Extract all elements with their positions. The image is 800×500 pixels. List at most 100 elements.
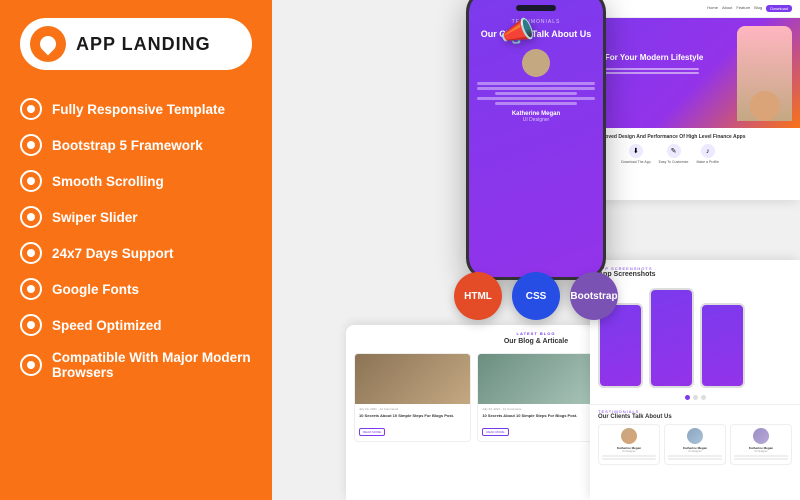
avatar	[522, 49, 550, 77]
text-line	[477, 97, 595, 100]
feature-icon: ✎	[667, 144, 681, 158]
css-badge: CSS	[512, 272, 560, 320]
hero-image	[737, 26, 792, 121]
avatar	[621, 428, 637, 444]
nav-link: Feature	[736, 5, 750, 12]
testimonial-role: UI Designer	[668, 450, 722, 453]
bootstrap-badge-label: Bootstrap	[570, 291, 617, 302]
feature-text: 24x7 Days Support	[52, 246, 174, 261]
feature-text: Speed Optimized	[52, 318, 162, 333]
feature-icon: ♪	[701, 144, 715, 158]
screenshots-header: APP SCREENSHOTS App Screenshots	[590, 260, 800, 284]
feature-text: Swiper Slider	[52, 210, 138, 225]
list-item: Smooth Scrolling	[20, 164, 252, 198]
list-item: Bootstrap 5 Framework	[20, 128, 252, 162]
logo-text: APP LANDING	[76, 34, 211, 55]
feature-text: Bootstrap 5 Framework	[52, 138, 203, 153]
carousel-dot[interactable]	[685, 395, 690, 400]
icon-label: Make a Profile	[697, 160, 719, 164]
carousel-dot[interactable]	[701, 395, 706, 400]
blog-card: July 24, 2021 · 12 Comments 10 Secrets A…	[354, 353, 471, 442]
blog-card-title: 10 Secrets About 10 Simple Steps For Blo…	[359, 413, 466, 418]
logo-area: APP LANDING	[20, 18, 252, 70]
feature-text: Google Fonts	[52, 282, 139, 297]
nav-link: Blog	[754, 5, 762, 12]
text-line	[495, 102, 578, 105]
phone-title: Our Clients Talk About Us	[481, 29, 592, 41]
icon-item: ✎ Easy To Customize	[659, 144, 689, 164]
bullet-icon	[20, 170, 42, 192]
wp-nav-links: Home About Feature Blog Download	[707, 5, 792, 12]
testimonial-role: UI Designer	[602, 450, 656, 453]
blog-card: July 24, 2021 · 12 Comments 10 Secrets A…	[477, 353, 594, 442]
read-more-button[interactable]: READ MORE	[359, 428, 385, 436]
bullet-icon	[20, 98, 42, 120]
megaphone-icon: 📣	[500, 15, 535, 48]
bullet-icon	[20, 354, 42, 376]
phone-text-lines	[477, 82, 595, 107]
icon-item: ⬇ Download The App	[621, 144, 651, 164]
nav-link: About	[722, 5, 732, 12]
phone-notch	[516, 5, 556, 11]
text-line	[477, 87, 595, 90]
list-item: Fully Responsive Template	[20, 92, 252, 126]
text-line	[477, 82, 595, 85]
text-line	[734, 455, 788, 457]
phone-screenshot	[649, 288, 694, 388]
ss-phones	[590, 284, 800, 392]
read-more-button[interactable]: READ MORE	[482, 428, 508, 436]
testimonial-card: Katherine Megan UI Designer	[598, 424, 660, 465]
avatar	[753, 428, 769, 444]
blog-card-image	[355, 354, 470, 404]
list-item: Google Fonts	[20, 272, 252, 306]
blog-card-title: 10 Secrets About 10 Simple Steps For Blo…	[482, 413, 589, 418]
testimonial-lines	[668, 455, 722, 460]
text-line	[602, 455, 656, 457]
bullet-icon	[20, 134, 42, 156]
testimonial-card: Katherine Megan UI Designer	[730, 424, 792, 465]
testimonial-lines	[602, 455, 656, 460]
feature-text: Smooth Scrolling	[52, 174, 164, 189]
text-line	[668, 458, 722, 460]
blog-card-body: July 24, 2021 · 12 Comments 10 Secrets A…	[478, 404, 593, 441]
html-badge: HTML	[454, 272, 502, 320]
css-badge-label: CSS	[526, 291, 547, 302]
left-panel: APP LANDING Fully Responsive Template Bo…	[0, 0, 272, 500]
blog-card-body: July 24, 2021 · 12 Comments 10 Secrets A…	[355, 404, 470, 441]
list-item: Speed Optimized	[20, 308, 252, 342]
testimonial-cards: Katherine Megan UI Designer Katherine Me…	[598, 424, 792, 465]
bullet-icon	[20, 278, 42, 300]
right-panel: TESTIMONIALS Our Clients Talk About Us K…	[272, 0, 800, 500]
blog-card-meta: July 24, 2021 · 12 Comments	[359, 407, 466, 411]
testimonials-mini: TESTIMONIALS Our Clients Talk About Us K…	[590, 404, 800, 469]
testimonial-card: Katherine Megan UI Designer	[664, 424, 726, 465]
nav-cta-button[interactable]: Download	[766, 5, 792, 12]
list-item: 24x7 Days Support	[20, 236, 252, 270]
html-badge-label: HTML	[464, 291, 492, 302]
nav-link: Home	[707, 5, 718, 12]
ss-dots	[590, 395, 800, 400]
text-line	[602, 458, 656, 460]
icon-label: Easy To Customize	[659, 160, 689, 164]
blog-card-image	[478, 354, 593, 404]
bullet-icon	[20, 242, 42, 264]
blog-card-meta: July 24, 2021 · 12 Comments	[482, 407, 589, 411]
bootstrap-badge: Bootstrap	[570, 272, 618, 320]
feature-list: Fully Responsive Template Bootstrap 5 Fr…	[20, 92, 252, 386]
list-item: Swiper Slider	[20, 200, 252, 234]
phone-screen: TESTIMONIALS Our Clients Talk About Us K…	[469, 0, 603, 277]
testimonials-title: Our Clients Talk About Us	[598, 414, 792, 420]
bullet-icon	[20, 206, 42, 228]
phone-mockup: TESTIMONIALS Our Clients Talk About Us K…	[466, 0, 606, 280]
phone-screenshot	[700, 303, 745, 388]
text-line	[734, 458, 788, 460]
bullet-icon	[20, 314, 42, 336]
icon-item: ♪ Make a Profile	[697, 144, 719, 164]
logo-icon	[30, 26, 66, 62]
icon-label: Download The App	[621, 160, 651, 164]
carousel-dot[interactable]	[693, 395, 698, 400]
screenshots-panel: APP SCREENSHOTS App Screenshots TESTIMON…	[590, 260, 800, 500]
feature-text: Compatible With Major Modern Browsers	[52, 350, 252, 380]
testimonial-lines	[734, 455, 788, 460]
screenshots-title: App Screenshots	[598, 271, 792, 278]
